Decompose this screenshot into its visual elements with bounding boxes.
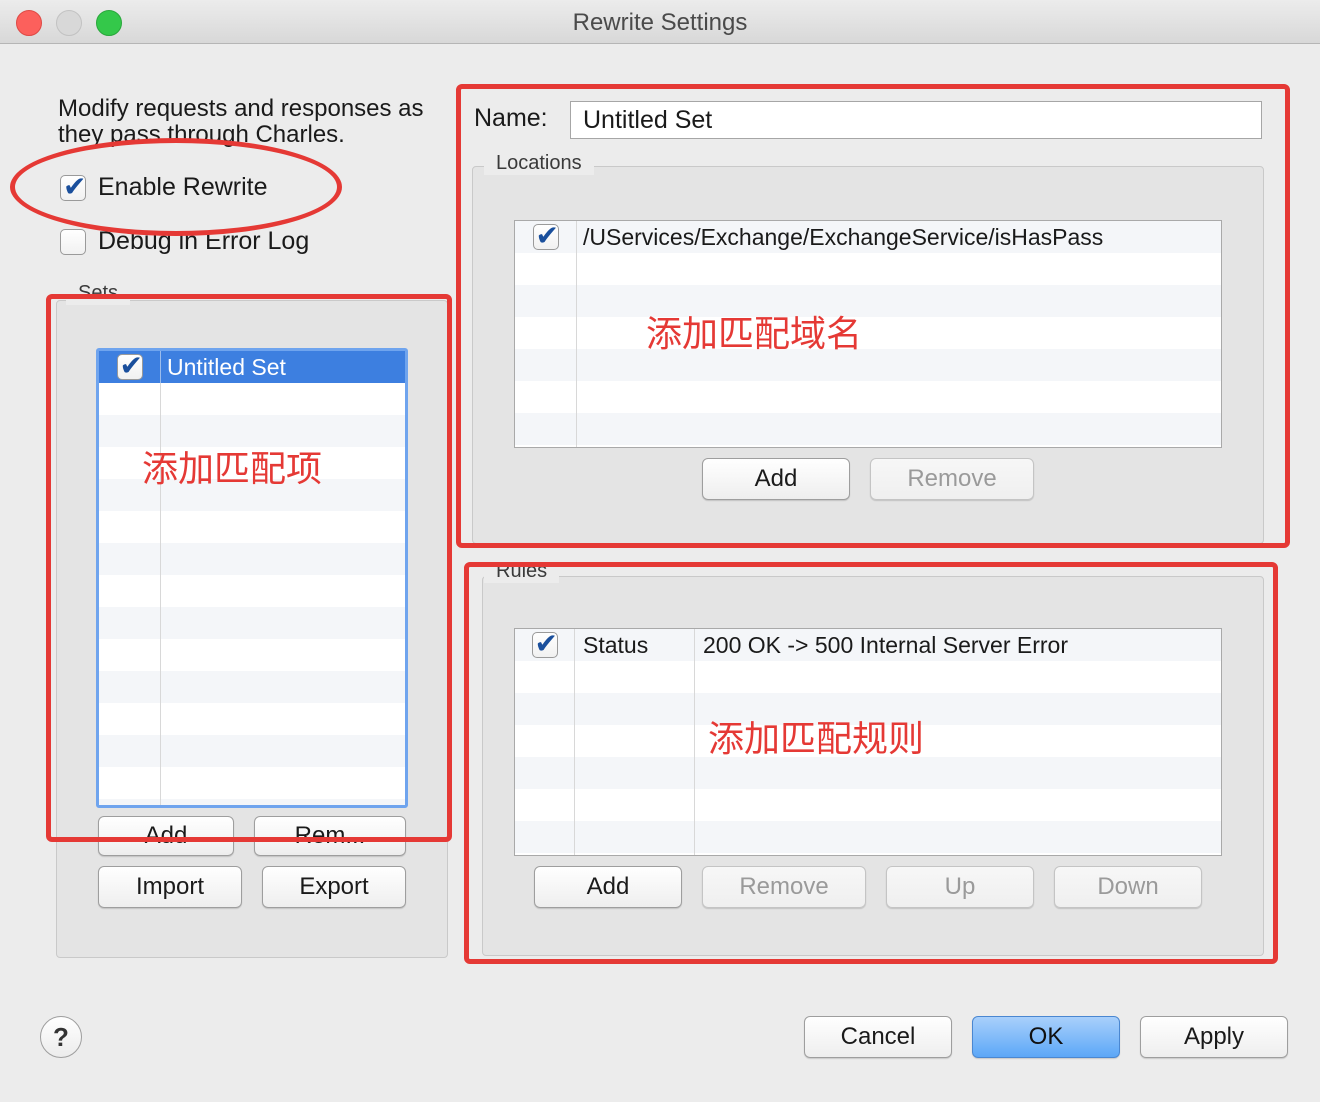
sets-export-button[interactable]: Export [262,866,406,908]
rules-annotation: 添加匹配规则 [708,719,925,760]
locations-annotation: 添加匹配域名 [646,314,863,355]
intro-text: Modify requests and responses as they pa… [58,95,424,148]
enable-rewrite-highlight [10,138,342,236]
sets-highlight-box [46,294,452,842]
sets-annotation: 添加匹配项 [142,449,323,490]
help-button[interactable]: ? [40,1016,82,1058]
window-title: Rewrite Settings [572,9,748,36]
locations-highlight-box [456,84,1290,548]
cancel-button[interactable]: Cancel [804,1016,952,1058]
debug-error-log-checkbox[interactable] [60,228,86,255]
rules-highlight-box [464,562,1278,964]
sets-import-button[interactable]: Import [98,866,242,908]
title-bar: Rewrite Settings [0,0,1320,44]
apply-button[interactable]: Apply [1140,1016,1288,1058]
ok-button[interactable]: OK [972,1016,1120,1058]
